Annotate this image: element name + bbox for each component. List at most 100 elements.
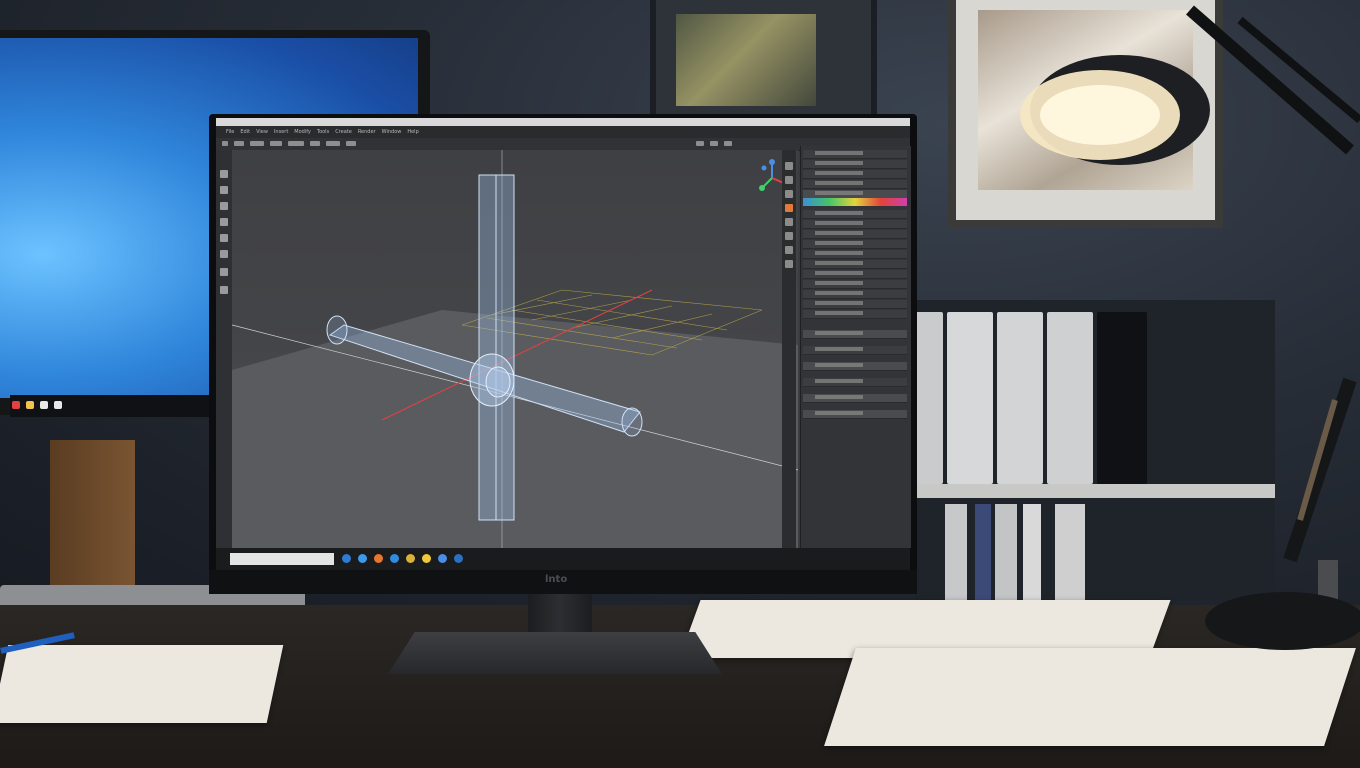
taskbar-app-icon[interactable] — [438, 554, 447, 563]
taskbar-search-input[interactable] — [230, 553, 334, 565]
extrude-tool-icon[interactable] — [220, 234, 228, 242]
app-menubar: File Edit View Insert Modify Tools Creat… — [216, 126, 910, 138]
material-icon[interactable] — [785, 232, 793, 240]
property-row[interactable] — [803, 240, 907, 249]
binder — [975, 504, 991, 600]
cut-tool-icon[interactable] — [220, 286, 228, 294]
toolbar-tool-icon[interactable] — [710, 141, 718, 146]
menu-tools[interactable]: Tools — [317, 128, 329, 136]
main-monitor-foot — [388, 632, 722, 674]
toolbar-tool-icon[interactable] — [346, 141, 356, 146]
toolbar-tool-icon[interactable] — [326, 141, 340, 146]
os-taskbar — [216, 548, 910, 570]
layers-icon[interactable] — [785, 218, 793, 226]
taskbar-app-icon[interactable] — [454, 554, 463, 563]
view-top-icon[interactable] — [785, 162, 793, 170]
binder — [997, 312, 1043, 484]
taskbar-app-icon — [54, 401, 62, 409]
property-row[interactable] — [803, 346, 907, 355]
taskbar-app-icon — [12, 401, 20, 409]
property-row[interactable] — [803, 378, 907, 387]
taskbar-folder-icon[interactable] — [422, 554, 431, 563]
outliner-row-label — [815, 151, 863, 155]
outliner-row-label — [815, 171, 863, 175]
menu-help[interactable]: Help — [407, 128, 418, 136]
toolbar-tool-icon[interactable] — [270, 141, 282, 146]
property-row[interactable] — [803, 220, 907, 229]
menu-window[interactable]: Window — [382, 128, 402, 136]
property-row[interactable] — [803, 300, 907, 309]
property-row-label — [815, 231, 863, 235]
property-row[interactable] — [803, 270, 907, 279]
outliner-row[interactable] — [803, 150, 907, 159]
property-section-header[interactable] — [803, 330, 907, 339]
property-row[interactable] — [803, 260, 907, 269]
outliner-row[interactable] — [803, 160, 907, 169]
property-row-label — [815, 221, 863, 225]
taskbar-app-icon[interactable] — [358, 554, 367, 563]
outliner-row-label — [815, 181, 863, 185]
toolbar-tool-icon[interactable] — [234, 141, 244, 146]
physics-icon[interactable] — [785, 246, 793, 254]
move-tool-icon[interactable] — [220, 186, 228, 194]
property-row[interactable] — [803, 230, 907, 239]
property-section-header[interactable] — [803, 362, 907, 371]
taskbar-app-icon[interactable] — [374, 554, 383, 563]
property-row[interactable] — [803, 250, 907, 259]
property-row[interactable] — [803, 280, 907, 289]
toolbar-tool-icon[interactable] — [696, 141, 704, 146]
menu-render[interactable]: Render — [358, 128, 376, 136]
3d-viewport[interactable] — [232, 150, 798, 548]
binder — [947, 312, 993, 484]
property-row-label — [815, 301, 863, 305]
menu-create[interactable]: Create — [335, 128, 352, 136]
property-row-label — [815, 311, 863, 315]
render-icon[interactable] — [785, 204, 793, 212]
property-section-header[interactable] — [803, 394, 907, 403]
toolbar-tool-icon[interactable] — [250, 141, 264, 146]
property-row-label — [815, 251, 863, 255]
app-titlebar — [216, 118, 910, 126]
taskbar-app-icon — [26, 401, 34, 409]
desk-lamp-arm — [1186, 5, 1360, 600]
menu-view[interactable]: View — [256, 128, 268, 136]
blueprint-paper — [824, 648, 1356, 746]
toolbar-tool-icon[interactable] — [724, 141, 732, 146]
outliner-row[interactable] — [803, 170, 907, 179]
toolbar-tool-icon[interactable] — [288, 141, 304, 146]
menu-insert[interactable]: Insert — [274, 128, 288, 136]
binder — [1055, 504, 1085, 600]
color-ramp[interactable] — [803, 198, 907, 206]
wall-picture-art — [676, 14, 816, 106]
property-row[interactable] — [803, 310, 907, 319]
outliner-row-label — [815, 191, 863, 195]
property-row-label — [815, 379, 863, 383]
constraints-icon[interactable] — [785, 260, 793, 268]
property-section-label — [815, 363, 863, 367]
wall-picture-frame-small — [650, 0, 877, 121]
view-front-icon[interactable] — [785, 176, 793, 184]
select-tool-icon[interactable] — [220, 170, 228, 178]
outliner-row[interactable] — [803, 180, 907, 189]
property-row-label — [815, 261, 863, 265]
menu-file[interactable]: File — [226, 128, 234, 136]
measure-tool-icon[interactable] — [220, 250, 228, 258]
view-side-icon[interactable] — [785, 190, 793, 198]
property-row[interactable] — [803, 290, 907, 299]
3d-model-render — [232, 150, 798, 548]
property-row-label — [815, 281, 863, 285]
property-row[interactable] — [803, 210, 907, 219]
scale-tool-icon[interactable] — [220, 218, 228, 226]
toolbar-tool-icon[interactable] — [310, 141, 320, 146]
taskbar-app-icon[interactable] — [406, 554, 415, 563]
binder — [945, 504, 967, 600]
property-section-header[interactable] — [803, 410, 907, 419]
toolbar-tool-icon[interactable] — [222, 141, 228, 146]
grid-tool-icon[interactable] — [220, 268, 228, 276]
rotate-tool-icon[interactable] — [220, 202, 228, 210]
menu-modify[interactable]: Modify — [294, 128, 311, 136]
taskbar-app-icon[interactable] — [390, 554, 399, 563]
blueprint-paper — [0, 645, 284, 723]
taskbar-browser-icon[interactable] — [342, 554, 351, 563]
menu-edit[interactable]: Edit — [240, 128, 250, 136]
